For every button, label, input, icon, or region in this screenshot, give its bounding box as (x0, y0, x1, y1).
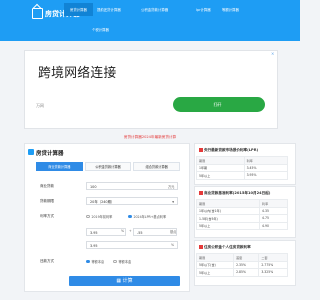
ad-subtitle: 万网 (36, 103, 44, 108)
nav-item-tax[interactable]: 个税计算器 (92, 27, 109, 32)
result-rate-field: 3.95 (86, 241, 178, 249)
table-header: 利率 (259, 199, 288, 208)
lpr-input[interactable]: 3.95 (86, 228, 126, 236)
table-cell: 4.75 (259, 214, 288, 223)
table-cell: 5年以下(含) (195, 260, 235, 269)
nav-item-fund-loan[interactable]: 公积金贷款计算器 (141, 7, 168, 12)
radio-checked-icon (86, 259, 90, 264)
table-cell: 5年以上 (196, 171, 245, 180)
radio-icon (86, 214, 90, 219)
notice-text: 房贷计算器2024年最新房贷计算 (123, 135, 177, 139)
table-cell: 3.45% (243, 163, 289, 172)
method-option-annuity[interactable]: 等额本息 (86, 259, 104, 264)
table-cell: 3.95% (243, 171, 289, 180)
years-select[interactable]: 20年（240期） ▾ (86, 197, 178, 205)
ad-open-button[interactable]: 打开 › (173, 97, 265, 112)
base-rate-table: 期限 利率 1年以内(含1年) 4.35 1-5年(含5年) 4.75 5年以上 4.9… (195, 199, 288, 230)
basis-point-unit: 基点 (170, 230, 177, 234)
table-cell: 1年以内(含1年) (195, 206, 261, 215)
table-header: 期限 (196, 156, 245, 165)
table-cell: 1-5年(含5年) (195, 214, 261, 223)
table-header: 首套 (233, 253, 260, 262)
calculate-button[interactable]: ▦ 计算 (69, 276, 180, 286)
lpr-title: 央行最新贷款市场报价利率(LPR) (199, 148, 258, 153)
tab-commercial[interactable]: 商业贷款计算器 (36, 162, 83, 171)
rate-option-old-label: 2019年前利率 (91, 215, 113, 219)
lpr-title-text: 央行最新贷款市场报价利率(LPR) (204, 148, 259, 152)
method-option-annuity-label: 等额本息 (91, 260, 105, 264)
house-icon (32, 8, 43, 19)
amount-input[interactable]: 100 (86, 182, 178, 190)
table-cell: 3.325% (258, 268, 288, 277)
nav-item-prepay[interactable]: 提前还贷计算器 (97, 7, 121, 12)
calculator-tabs: 商业贷款计算器 公积金贷款计算器 组合贷款计算器 (36, 162, 181, 171)
lpr-table: 期限 利率 1年期 3.45% 5年以上 3.95% (196, 156, 289, 180)
rate-option-old[interactable]: 2019年前利率 (86, 214, 112, 219)
result-rate-unit: % (171, 243, 175, 247)
years-label: 贷款期限 (40, 199, 54, 203)
table-header: 期限 (195, 253, 235, 262)
rate-type-label: 利率方式 (40, 214, 54, 218)
base-rate-title: 商业贷款基准利率(2015年10月24日起) (199, 191, 270, 196)
method-option-principal-label: 等额本金 (118, 260, 132, 264)
table-row: 5年以下(含) 2.35% 2.775% (195, 260, 288, 269)
bullet-icon (199, 148, 203, 152)
fund-rate-table: 期限 首套 二套 5年以下(含) 2.35% 2.775% 5年以上 2.85% 3.325… (195, 253, 288, 277)
table-row: 1-5年(含5年) 4.75 (195, 214, 288, 223)
bullet-icon (199, 245, 203, 249)
table-cell: 2.35% (233, 260, 260, 269)
calculate-label: 计算 (122, 278, 133, 284)
amount-label: 商业贷款 (40, 184, 54, 188)
table-cell: 4.35 (259, 206, 288, 215)
table-cell: 2.775% (258, 260, 288, 269)
table-cell: 4.90 (259, 221, 288, 230)
table-cell: 1年期 (196, 163, 245, 172)
top-nav: 房贷计算器 房贷计算器 提前还贷计算器 公积金贷款计算器 lpr计算器 等额计算… (0, 0, 300, 41)
rate-option-lpr[interactable]: 2024年LPR+基点利率 (128, 214, 166, 219)
calculator-title: 房贷计算器 (36, 151, 64, 157)
plus-sign: + (129, 229, 132, 233)
fund-rate-title: 住房公积金个人住房贷款利率 (199, 245, 251, 250)
lpr-unit: % (121, 229, 125, 233)
table-cell: 5年以上 (195, 268, 235, 277)
nav-item-equal[interactable]: 等额计算器 (222, 7, 239, 12)
tab-fund[interactable]: 公积金贷款计算器 (84, 162, 132, 171)
chevron-down-icon: ▾ (172, 200, 174, 204)
table-row: 5年以上 2.85% 3.325% (195, 268, 288, 277)
table-row: 5年以上 4.90 (195, 221, 288, 230)
amount-unit: 万元 (168, 185, 175, 189)
nav-item-lpr[interactable]: lpr计算器 (196, 7, 211, 12)
table-header: 利率 (243, 156, 289, 165)
method-option-principal[interactable]: 等额本金 (113, 259, 131, 264)
years-value: 20年（240期） (90, 200, 115, 204)
table-cell: 5年以上 (195, 221, 261, 230)
fund-rate-title-text: 住房公积金个人住房贷款利率 (204, 245, 251, 249)
base-rate-title-text: 商业贷款基准利率(2015年10月24日起) (204, 191, 271, 195)
bullet-icon (199, 191, 203, 195)
table-header: 期限 (195, 199, 261, 208)
radio-checked-icon (128, 214, 132, 219)
nav-item-house-loan[interactable]: 房贷计算器 (64, 3, 93, 16)
calculator-icon (28, 149, 34, 155)
table-row: 1年期 3.45% (196, 163, 289, 172)
table-cell: 2.85% (233, 268, 260, 277)
table-row: 1年以内(含1年) 4.35 (195, 206, 288, 215)
radio-icon (113, 259, 117, 264)
table-header: 二套 (258, 253, 288, 262)
rate-option-lpr-label: 2024年LPR+基点利率 (133, 215, 167, 219)
tab-combo[interactable]: 组合贷款计算器 (133, 162, 181, 171)
ad-close-icon[interactable]: × (271, 51, 276, 56)
table-row: 5年以上 3.95% (196, 171, 289, 180)
method-label: 还款方式 (40, 259, 54, 263)
ad-title: 跨境网络连接 (38, 66, 117, 81)
